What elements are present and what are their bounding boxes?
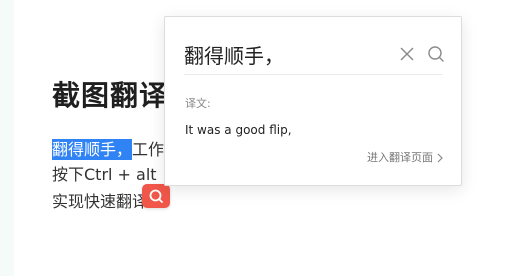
document-line-1: 翻得顺手，工作 <box>52 138 164 162</box>
left-edge-strip <box>0 0 14 276</box>
close-button[interactable] <box>399 46 415 62</box>
search-button[interactable] <box>427 45 445 63</box>
result-label: 译文: <box>185 97 211 110</box>
document-line-3: 实现快速翻译 <box>52 192 149 211</box>
selected-text[interactable]: 翻得顺手， <box>52 139 133 160</box>
open-translate-page-link[interactable]: 进入翻译页面 <box>367 151 443 165</box>
document-line-1-rest: 工作 <box>132 140 165 159</box>
search-icon <box>428 46 444 62</box>
popup-divider <box>184 74 443 75</box>
floating-translate-button[interactable] <box>142 184 170 208</box>
translation-popup: 翻得顺手， 译文: It was a good flip, 进入翻译页面 <box>164 16 462 186</box>
close-icon <box>400 47 414 61</box>
document-line-2: 按下Ctrl + alt <box>52 165 157 184</box>
chevron-right-icon <box>437 153 443 163</box>
translation-result: It was a good flip, <box>185 123 292 137</box>
source-text: 翻得顺手， <box>184 44 284 68</box>
screen: 截图翻译 翻得顺手，工作 按下Ctrl + alt 实现快速翻译 翻得顺手， 译… <box>0 0 507 276</box>
document-title: 截图翻译 <box>52 79 169 112</box>
search-icon <box>149 189 163 203</box>
open-translate-page-label: 进入翻译页面 <box>367 151 433 164</box>
